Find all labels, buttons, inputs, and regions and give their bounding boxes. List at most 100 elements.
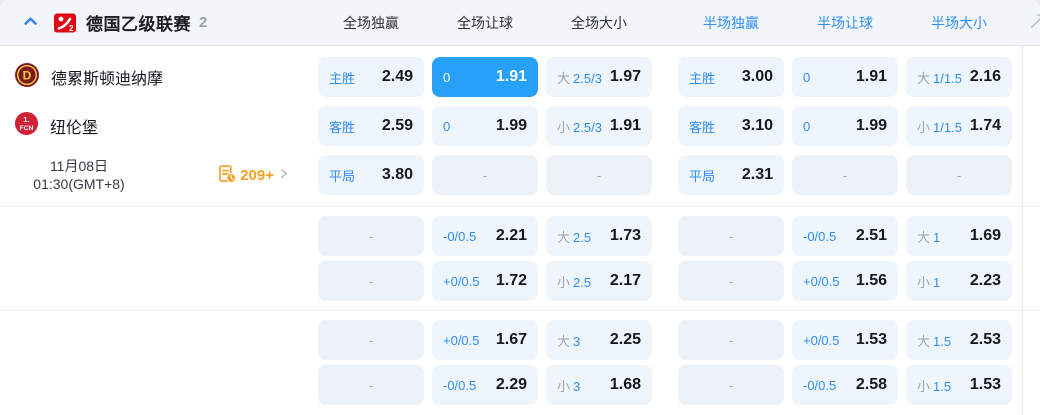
odds-label: +0/0.5 (803, 273, 840, 289)
odds-value: 1.56 (855, 272, 887, 289)
column-header[interactable]: 全场独赢 (318, 13, 424, 33)
column-header[interactable]: 半场独赢 (678, 13, 784, 33)
list-clock-icon (217, 164, 237, 187)
odds-cell[interactable]: +0/0.5 1.67 (432, 320, 538, 360)
odds-cell[interactable]: 小 1 2.23 (906, 261, 1012, 301)
svg-text:FCN: FCN (20, 125, 34, 132)
odds-cell[interactable]: 0 1.91 (792, 57, 898, 97)
more-markets-link[interactable]: 209+ (217, 164, 290, 187)
odds-row: - -0/0.5 2.21 大 2.5 1.73 - -0/0.5 2.51 大 1 1.69 (318, 216, 1020, 256)
odds-value: 1.99 (855, 117, 887, 134)
odds-value: 1.99 (495, 117, 527, 134)
odds-cell[interactable]: 小 1/1.5 1.74 (906, 106, 1012, 146)
odds-cell-empty: - (678, 320, 784, 360)
odds-value: 2.21 (495, 227, 527, 244)
odds-cell[interactable]: 0 1.99 (432, 106, 538, 146)
empty-dash: - (728, 228, 734, 244)
odds-value: 1.91 (609, 117, 641, 134)
odds-label: +0/0.5 (443, 332, 480, 348)
odds-cell[interactable]: 小 2.5/3 1.91 (546, 106, 652, 146)
odds-label: 0 (803, 69, 811, 85)
match-count-badge: 2 (199, 14, 208, 31)
odds-rows-tertiary: - +0/0.5 1.67 大 3 2.25 - +0/0.5 1.53 大 1.5 2.53 - -0/… (312, 320, 1020, 405)
odds-cell[interactable]: 大 1.5 2.53 (906, 320, 1012, 360)
column-header[interactable]: 全场让球 (432, 13, 538, 33)
odds-cell-empty: - (792, 155, 898, 195)
odds-cell[interactable]: -0/0.5 2.21 (432, 216, 538, 256)
odds-rows-main: 主胜 2.49 0 1.91 大 2.5/3 1.97 主胜 3.00 0 1.91 大 1/1.5 2.… (312, 57, 1020, 195)
odds-cell[interactable]: 小 1.5 1.53 (906, 365, 1012, 405)
odds-cell-empty: - (678, 365, 784, 405)
empty-dash: - (368, 377, 374, 393)
odds-cell-empty: - (678, 216, 784, 256)
away-team-name: 纽伦堡 (50, 120, 99, 137)
odds-cell[interactable]: 小 2.5 2.17 (546, 261, 652, 301)
odds-label: 平局 (689, 168, 716, 184)
empty-dash: - (368, 332, 374, 348)
odds-cell[interactable]: 大 1/1.5 2.16 (906, 57, 1012, 97)
odds-cell[interactable]: 客胜 3.10 (678, 106, 784, 146)
odds-group-secondary: - -0/0.5 2.21 大 2.5 1.73 - -0/0.5 2.51 大 1 1.69 - +0/… (0, 206, 1040, 310)
odds-column-headers: 全场独赢 全场让球 全场大小 半场独赢 半场让球 半场大小 (312, 13, 1020, 33)
odds-label: -0/0.5 (443, 228, 477, 244)
odds-cell[interactable]: -0/0.5 2.29 (432, 365, 538, 405)
odds-value: 1.97 (609, 68, 641, 85)
odds-cell[interactable]: 大 2.5/3 1.97 (546, 57, 652, 97)
odds-cell[interactable]: 平局 2.31 (678, 155, 784, 195)
odds-cell[interactable]: 小 3 1.68 (546, 365, 652, 405)
odds-cell[interactable]: +0/0.5 1.56 (792, 261, 898, 301)
odds-value: 1.69 (969, 227, 1001, 244)
odds-cell[interactable]: 主胜 2.49 (318, 57, 424, 97)
odds-cell[interactable]: +0/0.5 1.53 (792, 320, 898, 360)
odds-cell[interactable]: 大 2.5 1.73 (546, 216, 652, 256)
match-date: 11月08日 (49, 158, 109, 174)
column-header[interactable]: 半场让球 (792, 13, 898, 33)
odds-label: 大 2.5/3 (557, 70, 602, 86)
column-header[interactable]: 半场大小 (906, 13, 1012, 33)
empty-dash: - (368, 228, 374, 244)
odds-cell[interactable]: -0/0.5 2.51 (792, 216, 898, 256)
odds-cell[interactable]: +0/0.5 1.72 (432, 261, 538, 301)
empty-dash: - (728, 377, 734, 393)
odds-value: 3.00 (741, 68, 773, 85)
spacer-column (0, 320, 312, 405)
panel-header: 2 德国乙级联赛 2 全场独赢 全场让球 全场大小 半场独赢 半场让球 半场大小 (0, 0, 1040, 46)
odds-value: 1.73 (609, 227, 641, 244)
home-team-row[interactable]: D 德累斯顿迪纳摩 (0, 57, 312, 97)
odds-label: 大 2.5 (557, 229, 592, 245)
odds-value: 1.53 (855, 331, 887, 348)
odds-value: 2.29 (495, 376, 527, 393)
odds-value: 2.53 (969, 331, 1001, 348)
odds-cell[interactable]: 主胜 3.00 (678, 57, 784, 97)
odds-cell-empty: - (318, 320, 424, 360)
odds-label: +0/0.5 (443, 273, 480, 289)
odds-row: - -0/0.5 2.29 小 3 1.68 - -0/0.5 2.58 小 1.5 1.53 (318, 365, 1020, 405)
odds-value: 1.68 (609, 376, 641, 393)
odds-cell[interactable]: 客胜 2.59 (318, 106, 424, 146)
odds-cell[interactable]: -0/0.5 2.58 (792, 365, 898, 405)
odds-label: 大 1.5 (917, 333, 952, 349)
collapse-button[interactable] (22, 13, 39, 33)
odds-value: 1.53 (969, 376, 1001, 393)
empty-dash: - (956, 167, 962, 183)
odds-cell[interactable]: 0 1.91 (432, 57, 538, 97)
odds-group-tertiary: - +0/0.5 1.67 大 3 2.25 - +0/0.5 1.53 大 1.5 2.53 - -0/… (0, 310, 1040, 414)
odds-row: - +0/0.5 1.67 大 3 2.25 - +0/0.5 1.53 大 1.5 2.53 (318, 320, 1020, 360)
away-team-row[interactable]: 1. FCN 纽伦堡 (0, 106, 312, 146)
empty-dash: - (728, 332, 734, 348)
odds-row: 主胜 2.49 0 1.91 大 2.5/3 1.97 主胜 3.00 0 1.91 大 1/1.5 2.… (318, 57, 1020, 97)
empty-dash: - (596, 167, 602, 183)
odds-value: 1.91 (855, 68, 887, 85)
column-header[interactable]: 全场大小 (546, 13, 652, 33)
odds-cell[interactable]: 0 1.99 (792, 106, 898, 146)
odds-label: 小3 (557, 378, 581, 394)
spacer-column (0, 216, 312, 301)
odds-label: 0 (443, 118, 451, 134)
odds-cell[interactable]: 大 3 2.25 (546, 320, 652, 360)
partial-settings-icon[interactable] (1029, 12, 1040, 35)
nuernberg-crest-icon: 1. FCN (14, 111, 39, 141)
odds-cell-empty: - (678, 261, 784, 301)
odds-cell[interactable]: 平局 3.80 (318, 155, 424, 195)
odds-value: 2.31 (741, 166, 773, 183)
odds-cell[interactable]: 大 1 1.69 (906, 216, 1012, 256)
